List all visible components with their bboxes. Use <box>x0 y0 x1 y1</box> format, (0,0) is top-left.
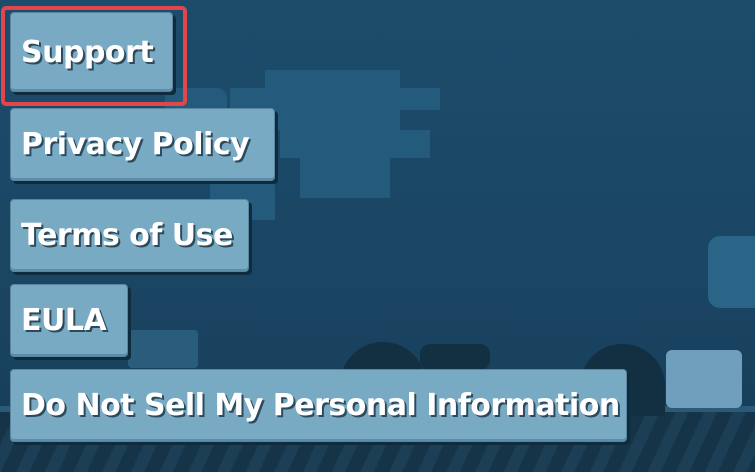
terms-of-use-button[interactable]: Terms of Use <box>10 199 249 272</box>
background-toilet <box>666 350 742 408</box>
background-cloud <box>265 70 400 130</box>
support-button[interactable]: Support <box>10 12 173 92</box>
game-scene: Support Privacy Policy Terms of Use EULA… <box>0 0 755 472</box>
background-character <box>128 330 198 368</box>
privacy-policy-button[interactable]: Privacy Policy <box>10 108 275 181</box>
eula-button[interactable]: EULA <box>10 284 128 357</box>
privacy-policy-label: Privacy Policy <box>21 127 250 162</box>
background-creature <box>420 344 490 370</box>
do-not-sell-label: Do Not Sell My Personal Information <box>21 388 620 423</box>
do-not-sell-button[interactable]: Do Not Sell My Personal Information <box>10 369 627 442</box>
background-cloud <box>300 158 390 198</box>
support-label: Support <box>21 34 154 70</box>
eula-label: EULA <box>21 303 107 338</box>
terms-of-use-label: Terms of Use <box>21 218 233 253</box>
background-cloud <box>280 130 430 158</box>
background-cloud <box>708 236 755 308</box>
